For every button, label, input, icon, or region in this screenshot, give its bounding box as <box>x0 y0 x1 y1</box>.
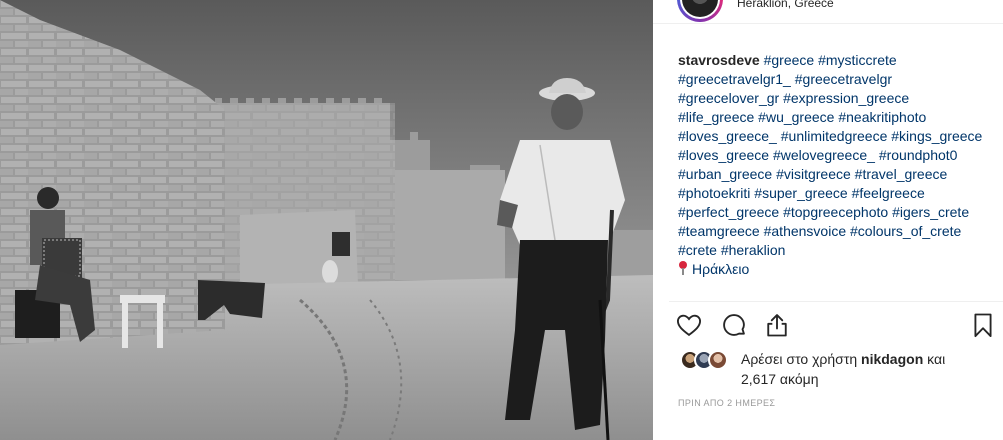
location-pin-icon <box>678 261 688 275</box>
share-button[interactable] <box>763 311 793 341</box>
hashtag-list: #greece #mysticcrete #greecetravelgr1_ #… <box>678 52 982 258</box>
post-photo[interactable] <box>0 0 653 440</box>
hashtag-link[interactable]: #greece <box>764 52 815 68</box>
save-button[interactable] <box>969 311 999 341</box>
divider <box>669 301 1003 302</box>
location-link[interactable]: Heraklion, Greece <box>737 0 834 10</box>
hashtag-link[interactable]: #greecelover_gr <box>678 90 779 106</box>
hashtag-link[interactable]: #kings_greece <box>891 128 982 144</box>
author-avatar[interactable] <box>677 0 723 22</box>
comment-icon <box>723 314 745 336</box>
hashtag-link[interactable]: #topgreecephoto <box>783 204 888 220</box>
hashtag-link[interactable]: #roundphot0 <box>879 147 958 163</box>
hashtag-link[interactable]: #feelgreece <box>852 185 925 201</box>
hashtag-link[interactable]: #mysticcrete <box>818 52 897 68</box>
like-button[interactable] <box>675 311 705 341</box>
hashtag-link[interactable]: #athensvoice <box>764 223 847 239</box>
likes-and: και <box>927 351 946 367</box>
hashtag-link[interactable]: #visitgreece <box>776 166 851 182</box>
hashtag-link[interactable]: #wu_greece <box>758 109 834 125</box>
avatar <box>708 350 728 370</box>
hashtag-link[interactable]: #loves_greece <box>678 147 769 163</box>
liker-avatars[interactable] <box>680 350 736 370</box>
hashtag-link[interactable]: #loves_greece_ <box>678 128 777 144</box>
likes-text: Αρέσει στο χρήστη nikdagon και <box>741 349 1003 369</box>
hashtag-link[interactable]: #greecetravelgr1_ <box>678 71 791 87</box>
hashtag-link[interactable]: #igers_crete <box>892 204 969 220</box>
hashtag-link[interactable]: #unlimitedgreece <box>781 128 888 144</box>
post-header: Heraklion, Greece <box>653 0 1003 24</box>
hashtag-link[interactable]: #super_greece <box>754 185 847 201</box>
share-icon <box>767 314 787 337</box>
liker-username[interactable]: nikdagon <box>861 351 923 367</box>
hashtag-link[interactable]: #expression_greece <box>783 90 909 106</box>
hashtag-link[interactable]: #welovegreece_ <box>773 147 875 163</box>
hashtag-link[interactable]: #neakritiphoto <box>838 109 926 125</box>
post-photo-image <box>0 0 653 440</box>
hashtag-link[interactable]: #urban_greece <box>678 166 772 182</box>
hashtag-link[interactable]: #heraklion <box>721 242 786 258</box>
hashtag-link[interactable]: #greecetravelgr <box>795 71 892 87</box>
likes-prefix: Αρέσει στο χρήστη <box>741 351 858 367</box>
hashtag-link[interactable]: #life_greece <box>678 109 754 125</box>
hashtag-link[interactable]: #crete <box>678 242 717 258</box>
likes-count[interactable]: 2,617 ακόμη <box>741 369 819 389</box>
hashtag-link[interactable]: #colours_of_crete <box>850 223 961 239</box>
post-caption: stavrosdeve #greece #mysticcrete #greece… <box>678 51 988 279</box>
bookmark-icon <box>974 313 992 338</box>
post-sidebar: Heraklion, Greece stavrosdeve #greece #m… <box>653 0 1003 440</box>
hashtag-link[interactable]: #travel_greece <box>855 166 948 182</box>
post-timestamp[interactable]: ΠΡΙΝ ΑΠΟ 2 ΗΜΕΡΕΣ <box>678 398 775 408</box>
hashtag-link[interactable]: #perfect_greece <box>678 204 779 220</box>
heart-icon <box>676 314 702 337</box>
hashtag-link[interactable]: #photoekriti <box>678 185 750 201</box>
hashtag-link[interactable]: #teamgreece <box>678 223 760 239</box>
place-tag-link[interactable]: Ηράκλειο <box>692 261 749 277</box>
caption-username[interactable]: stavrosdeve <box>678 52 760 68</box>
action-bar <box>675 311 995 341</box>
comment-button[interactable] <box>720 311 750 341</box>
avatar-image <box>682 0 718 17</box>
